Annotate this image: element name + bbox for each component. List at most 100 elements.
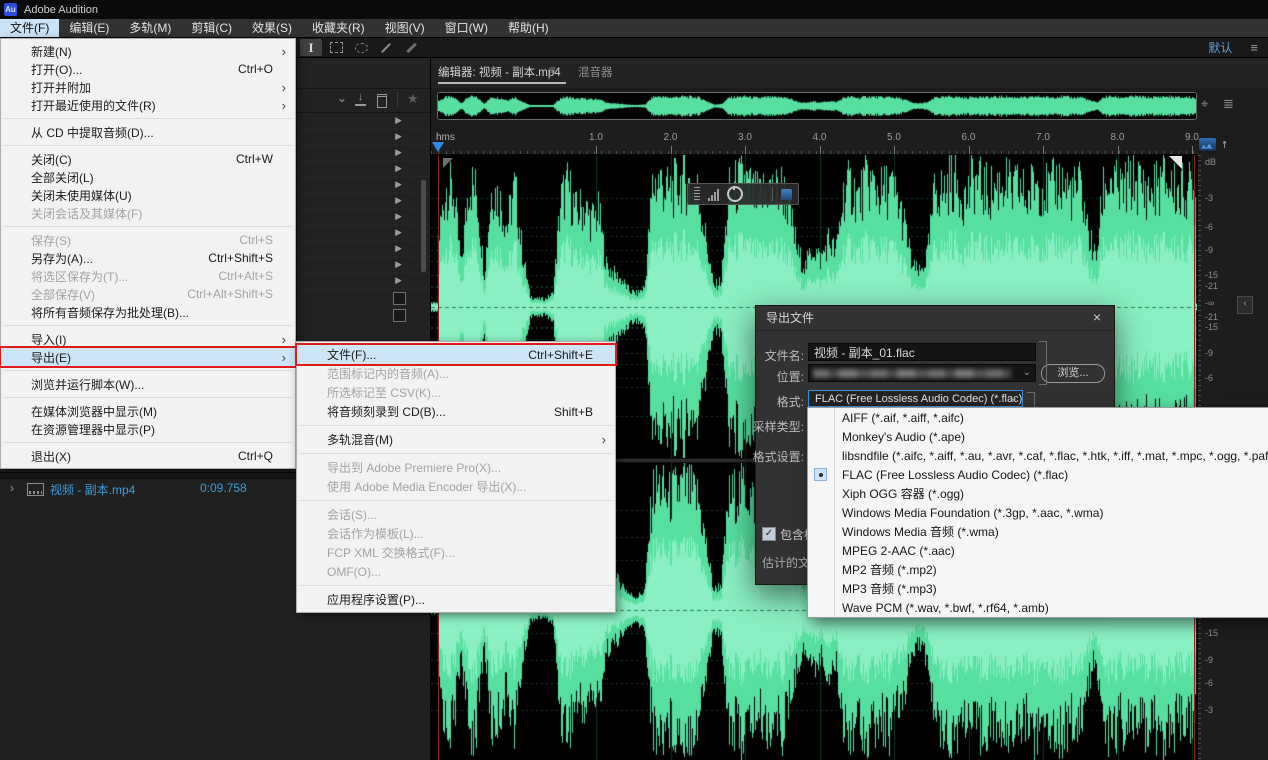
download-icon[interactable]: ↓ <box>355 92 366 106</box>
file-name[interactable]: 视频 - 副本.mp4 <box>50 481 135 498</box>
list-item[interactable]: ▶ <box>297 193 430 209</box>
list-item[interactable]: ▶ <box>297 161 430 177</box>
menu-item-5[interactable]: 多轨混音(M) › <box>297 430 615 449</box>
workspace-switcher[interactable]: 默认 <box>1208 39 1232 56</box>
dialog-title[interactable]: 导出文件 <box>756 306 1114 331</box>
menubar-item[interactable]: 剪辑(C) <box>181 19 242 37</box>
menu-item-14[interactable]: 将选区保存为(T)... Ctrl+Alt+S <box>1 267 295 285</box>
list-item[interactable]: ▶ <box>297 241 430 257</box>
format-option-4[interactable]: Xiph OGG 容器 (*.ogg) <box>808 484 1268 503</box>
menu-item-15[interactable]: 全部保存(V) Ctrl+Alt+Shift+S <box>1 285 295 303</box>
menu-item-1[interactable]: 范围标记内的音频(A)... <box>297 364 615 383</box>
time-selection-tool-icon[interactable]: I <box>300 39 322 56</box>
menu-item-16[interactable]: 将所有音频保存为批处理(B)... <box>1 303 295 321</box>
menu-item-8[interactable]: 全部关闭(L) <box>1 168 295 186</box>
list-item[interactable]: ▶ <box>297 257 430 273</box>
format-option-6[interactable]: Windows Media 音频 (*.wma) <box>808 522 1268 541</box>
hud-settings-icon[interactable] <box>781 188 792 200</box>
list-item[interactable] <box>297 289 430 306</box>
panel-menu-icon[interactable]: ≡ <box>549 63 556 77</box>
menu-item-15[interactable]: 应用程序设置(P)... <box>297 590 615 609</box>
menu-item-2[interactable]: 所选标记至 CSV(K)... <box>297 383 615 402</box>
waveform-overview[interactable] <box>437 92 1197 120</box>
format-option-3[interactable]: FLAC (Free Lossless Audio Codec) (*.flac… <box>808 465 1268 484</box>
menu-item-18[interactable]: 导入(I) › <box>1 330 295 348</box>
meter-box-icon[interactable] <box>393 309 406 322</box>
editor-settings-icon[interactable]: ⌖ <box>1201 96 1208 112</box>
menubar-item[interactable]: 效果(S) <box>242 19 302 37</box>
menubar-item[interactable]: 帮助(H) <box>498 19 559 37</box>
format-option-0[interactable]: AIFF (*.aif, *.aiff, *.aifc) <box>808 408 1268 427</box>
menu-item-8[interactable]: 使用 Adobe Media Encoder 导出(X)... <box>297 477 615 496</box>
favorite-star-icon[interactable]: ★ <box>407 91 419 107</box>
menu-item-23[interactable]: 在媒体浏览器中显示(M) <box>1 402 295 420</box>
list-item[interactable]: ▶ <box>297 113 430 129</box>
hud-grip-icon[interactable] <box>694 187 700 201</box>
timeline-ruler[interactable]: hms 1.0 2.0 3.0 4.0 5.0 6.0 7.0 8.0 9.0 <box>431 129 1199 155</box>
expander-chevron-icon[interactable]: › <box>10 481 14 495</box>
format-option-9[interactable]: MP3 音频 (*.mp3) <box>808 579 1268 598</box>
paintbrush-selection-tool-icon[interactable] <box>375 39 397 56</box>
menubar-item[interactable]: 视图(V) <box>375 19 435 37</box>
menubar-item[interactable]: 收藏夹(R) <box>302 19 375 37</box>
browse-button[interactable]: 浏览... <box>1041 364 1105 383</box>
menu-item-7[interactable]: 导出到 Adobe Premiere Pro(X)... <box>297 458 615 477</box>
dropdown-caret-icon[interactable]: ⌄ <box>337 91 347 105</box>
spot-healing-brush-tool-icon[interactable] <box>400 39 422 56</box>
gain-knob-icon[interactable] <box>727 186 743 202</box>
corner-handle-right-icon[interactable] <box>1169 156 1182 169</box>
pin-icon[interactable] <box>1223 141 1226 148</box>
menu-item-7[interactable]: 关闭(C) Ctrl+W <box>1 150 295 168</box>
list-item[interactable]: ▶ <box>297 209 430 225</box>
workspace-menu-icon[interactable]: ≡ <box>1250 40 1258 55</box>
format-option-2[interactable]: libsndfile (*.aifc, *.aiff, *.au, *.avr,… <box>808 446 1268 465</box>
tab-editor[interactable]: 编辑器: 视频 - 副本.mp4 <box>438 64 561 80</box>
tab-mixer[interactable]: 混音器 <box>578 64 613 80</box>
menu-item-2[interactable]: 打开并附加 › <box>1 78 295 96</box>
dialog-close-icon[interactable]: × <box>1089 310 1105 326</box>
format-option-5[interactable]: Windows Media Foundation (*.3gp, *.aac, … <box>808 503 1268 522</box>
include-markers-checkbox[interactable]: ✓ <box>762 527 776 541</box>
menu-item-12[interactable]: 保存(S) Ctrl+S <box>1 231 295 249</box>
list-item[interactable]: ▶ <box>297 129 430 145</box>
menu-item-13[interactable]: 另存为(A)... Ctrl+Shift+S <box>1 249 295 267</box>
format-option-7[interactable]: MPEG 2-AAC (*.aac) <box>808 541 1268 560</box>
editor-list-icon[interactable]: ≣ <box>1223 96 1234 112</box>
menu-item-26[interactable]: 退出(X) Ctrl+Q <box>1 447 295 465</box>
menu-item-3[interactable]: 将音频刻录到 CD(B)... Shift+B <box>297 402 615 421</box>
menu-item-24[interactable]: 在资源管理器中显示(P) <box>1 420 295 438</box>
menu-item-9[interactable]: 关闭未使用媒体(U) <box>1 186 295 204</box>
menu-item-1[interactable]: 打开(O)... Ctrl+O <box>1 60 295 78</box>
list-item[interactable]: ▶ <box>297 177 430 193</box>
scrollbar[interactable] <box>421 180 426 272</box>
menu-item-11[interactable]: 会话作为模板(L)... <box>297 524 615 543</box>
menu-item-13[interactable]: OMF(O)... <box>297 562 615 581</box>
location-dropdown[interactable]: ⌄ <box>808 364 1036 382</box>
meter-box-icon[interactable] <box>393 292 406 305</box>
file-row[interactable]: › 视频 - 副本.mp4 0:09.758 <box>0 480 296 498</box>
menu-item-12[interactable]: FCP XML 交换格式(F)... <box>297 543 615 562</box>
spectral-display-icon[interactable] <box>1199 138 1216 151</box>
menu-item-0[interactable]: 文件(F)... Ctrl+Shift+E <box>297 345 615 364</box>
lasso-selection-tool-icon[interactable] <box>350 39 372 56</box>
corner-handle-left-icon[interactable] <box>443 158 453 168</box>
menu-item-0[interactable]: 新建(N) › <box>1 42 295 60</box>
menubar-item[interactable]: 多轨(M) <box>119 19 181 37</box>
list-item[interactable] <box>297 306 430 323</box>
panel-collapse-icon[interactable]: ‹ <box>1237 296 1253 314</box>
list-item[interactable]: ▶ <box>297 145 430 161</box>
menu-item-5[interactable]: 从 CD 中提取音频(D)... <box>1 123 295 141</box>
filename-input[interactable]: 视频 - 副本_01.flac <box>808 343 1036 361</box>
menubar-item[interactable]: 文件(F) <box>0 19 60 37</box>
format-dropdown[interactable]: FLAC (Free Lossless Audio Codec) (*.flac… <box>808 390 1023 407</box>
menubar-item[interactable]: 编辑(E) <box>59 19 119 37</box>
format-option-8[interactable]: MP2 音频 (*.mp2) <box>808 560 1268 579</box>
list-item[interactable]: ▶ <box>297 225 430 241</box>
menu-item-10[interactable]: 关闭会话及其媒体(F) <box>1 204 295 222</box>
format-option-1[interactable]: Monkey's Audio (*.ape) <box>808 427 1268 446</box>
trash-icon[interactable] <box>377 94 387 108</box>
list-item[interactable]: ▶ <box>297 273 430 289</box>
marquee-selection-tool-icon[interactable] <box>325 39 347 56</box>
menu-item-19[interactable]: 导出(E) › <box>1 348 295 366</box>
menubar-item[interactable]: 窗口(W) <box>435 19 498 37</box>
